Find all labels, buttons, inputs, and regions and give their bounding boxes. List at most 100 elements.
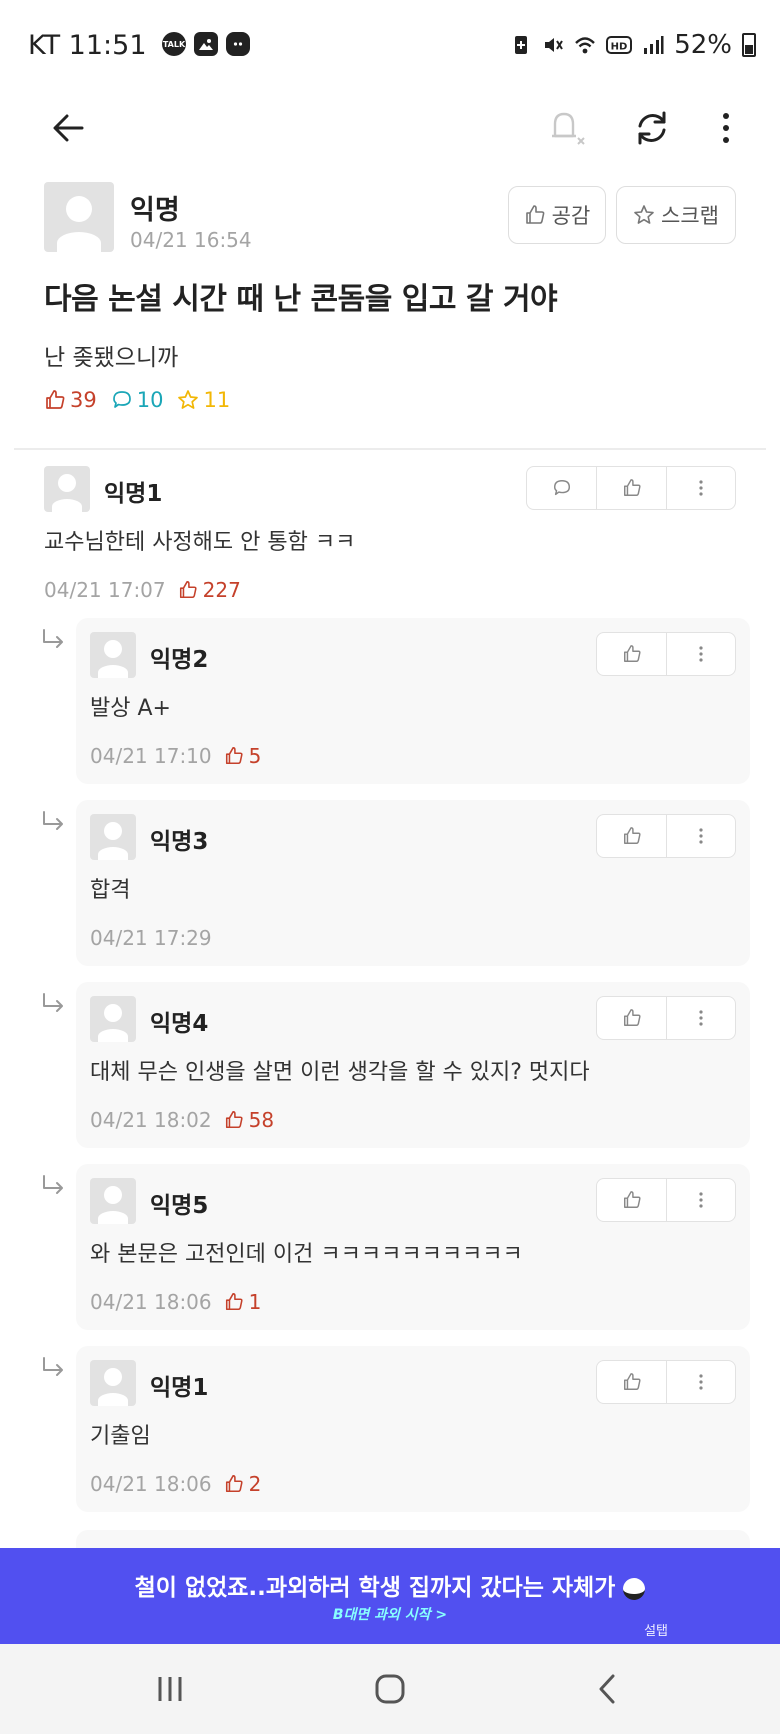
post-comment-stat: 10 <box>111 388 164 412</box>
reply-card: 익명5 와 본문은 고전인데 이건 ㅋㅋㅋㅋㅋㅋㅋㅋㅋㅋ 04/21 18:06 <box>76 1164 750 1330</box>
reply-like-button[interactable] <box>597 997 666 1039</box>
thumbs-up-icon <box>225 1293 243 1311</box>
reply-more-button[interactable] <box>666 633 735 675</box>
recent-apps-icon <box>158 1677 182 1701</box>
back-button[interactable] <box>44 102 96 154</box>
thumbs-up-icon <box>179 581 197 599</box>
comment-author: 익명1 <box>104 481 163 507</box>
avatar <box>90 1360 136 1406</box>
home-button[interactable] <box>360 1664 420 1714</box>
recent-apps-button[interactable] <box>140 1664 200 1714</box>
reply-body: 발상 A+ <box>90 696 171 721</box>
post-like-button[interactable]: 공감 <box>508 186 606 244</box>
bell-off-icon <box>552 112 585 145</box>
reply-more-button[interactable] <box>666 997 735 1039</box>
reply-like-count: 58 <box>224 1108 274 1132</box>
reply-time: 04/21 17:10 <box>90 744 212 768</box>
notification-icons: TALK <box>162 32 250 56</box>
reply-actions <box>596 1360 736 1404</box>
post-time: 04/21 16:54 <box>130 228 252 252</box>
like-count-value: 227 <box>202 578 241 602</box>
more-vertical-icon <box>699 828 703 844</box>
reply-arrow-icon <box>43 1357 63 1376</box>
status-bar: KT 11:51 TALK HD 52% <box>0 0 780 90</box>
like-count-value: 2 <box>248 1472 262 1496</box>
star-icon <box>178 390 199 409</box>
reply-more-button[interactable] <box>666 815 735 857</box>
talk-icon: TALK <box>162 32 186 56</box>
reply-body: 합격 <box>90 878 131 903</box>
thumbs-up-icon <box>623 1009 641 1026</box>
home-icon <box>375 1674 405 1704</box>
reply-like-button[interactable] <box>597 1361 666 1403</box>
more-vertical-icon <box>723 113 729 143</box>
comment-icon <box>112 391 131 408</box>
reply-like-button[interactable] <box>597 815 666 857</box>
more-menu-button[interactable] <box>700 102 752 154</box>
reply-arrow-icon <box>43 993 63 1012</box>
reply-author: 익명4 <box>150 1011 209 1037</box>
post-scrap-button[interactable]: 스크랩 <box>616 186 736 244</box>
reply-time: 04/21 18:06 <box>90 1472 212 1496</box>
reply-time: 04/21 17:29 <box>90 926 212 950</box>
chevron-left-icon <box>599 1674 615 1704</box>
reply-more-button[interactable] <box>666 1179 735 1221</box>
thumbs-up-icon <box>525 205 545 224</box>
avatar <box>44 182 114 252</box>
reply-like-button[interactable] <box>597 1179 666 1221</box>
comment-more-button[interactable] <box>665 467 735 509</box>
thumbs-up-icon <box>46 390 65 409</box>
comment-time: 04/21 17:07 <box>44 578 166 602</box>
refresh-button[interactable] <box>626 102 678 154</box>
reply-meta: 04/21 18:02 58 <box>90 1108 274 1132</box>
reply-body: 와 본문은 고전인데 이건 ㅋㅋㅋㅋㅋㅋㅋㅋㅋㅋ <box>90 1242 523 1267</box>
top-toolbar <box>0 90 780 178</box>
avatar <box>90 996 136 1042</box>
more-vertical-icon <box>699 1374 703 1390</box>
post: 익명 04/21 16:54 공감 스크랩 다음 논설 시간 때 난 콘돔을 입… <box>44 182 736 412</box>
post-comment-count: 10 <box>136 388 164 412</box>
reply-author: 익명3 <box>150 829 209 855</box>
comment-meta: 04/21 17:07 227 <box>44 578 241 602</box>
avatar <box>90 632 136 678</box>
avatar <box>90 814 136 860</box>
ad-headline-text: 철이 없었죠..과외하러 학생 집까지 갔다는 자체가 <box>134 1575 616 1601</box>
thumbs-up-icon <box>623 645 641 662</box>
comment-icon <box>553 480 570 496</box>
emoji-icon <box>623 1577 646 1600</box>
reply-button[interactable] <box>527 467 596 509</box>
mute-vibrate-icon <box>545 38 564 52</box>
divider <box>14 448 766 450</box>
reply-card: 익명3 합격 04/21 17:29 <box>76 800 750 966</box>
screen: KT 11:51 TALK HD 52% 익명 04/21 16:54 공감 스… <box>0 0 780 1734</box>
comment-body: 교수님한테 사정해도 안 통함 ㅋㅋ <box>44 530 356 555</box>
post-scrap-label: 스크랩 <box>661 204 719 228</box>
reply-like-count: 2 <box>224 1472 262 1496</box>
signal-icon <box>644 36 664 54</box>
thumbs-up-icon <box>225 1111 243 1129</box>
system-nav-bar <box>0 1644 780 1734</box>
post-scrap-count: 11 <box>203 388 231 412</box>
reply-author: 익명5 <box>150 1193 209 1219</box>
notification-toggle-button[interactable] <box>538 102 590 154</box>
reply-body: 기출임 <box>90 1424 151 1449</box>
reply-like-button[interactable] <box>597 633 666 675</box>
ad-banner[interactable]: 철이 없었죠..과외하러 학생 집까지 갔다는 자체가 B대면 과외 시작 > … <box>0 1548 780 1644</box>
reply-card: 익명4 대체 무슨 인생을 살면 이런 생각을 할 수 있지? 멋지다 04/2… <box>76 982 750 1148</box>
refresh-icon <box>638 111 666 145</box>
post-title: 다음 논설 시간 때 난 콘돔을 입고 갈 거야 <box>44 282 558 317</box>
comment-like-button[interactable] <box>596 467 665 509</box>
system-back-button[interactable] <box>578 1664 638 1714</box>
reply-more-button[interactable] <box>666 1361 735 1403</box>
post-like-count: 39 <box>70 388 97 412</box>
comment-like-count: 227 <box>178 578 241 602</box>
gallery-icon <box>194 32 218 56</box>
more-vertical-icon <box>699 1192 703 1208</box>
post-scrap-stat: 11 <box>177 388 230 412</box>
reply-like-count: 5 <box>224 744 261 768</box>
more-vertical-icon <box>699 1010 703 1026</box>
post-author: 익명 <box>130 195 180 226</box>
post-like-label: 공감 <box>551 204 591 228</box>
avatar <box>44 466 90 512</box>
reply-like-count: 1 <box>224 1290 261 1314</box>
